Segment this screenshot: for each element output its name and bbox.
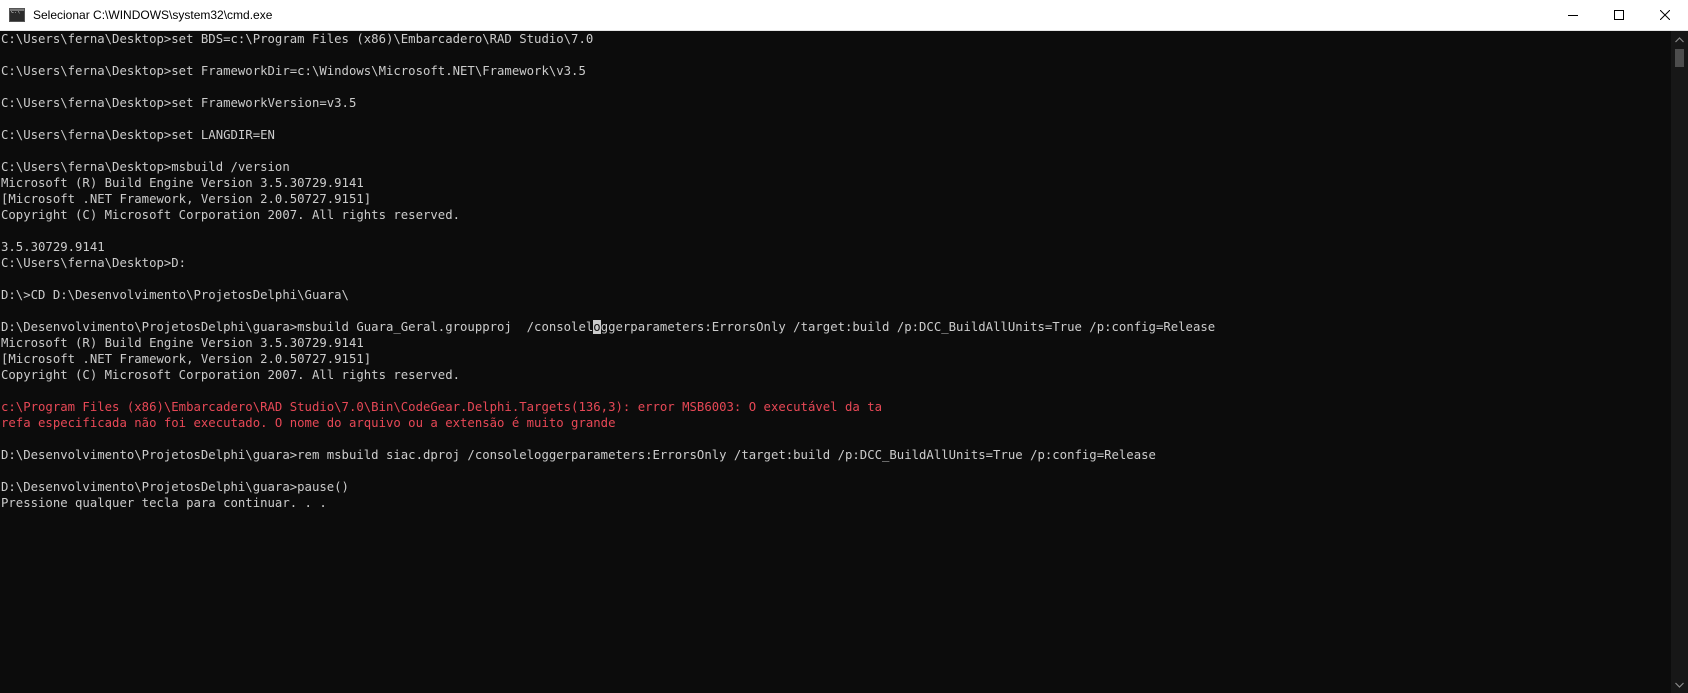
console-line: Copyright (C) Microsoft Corporation 2007…	[1, 208, 461, 222]
console-line: Pressione qualquer tecla para continuar.…	[1, 496, 327, 510]
console-line: D:\Desenvolvimento\ProjetosDelphi\guara>…	[1, 480, 349, 494]
console-line: C:\Users\ferna\Desktop>D:	[1, 256, 187, 270]
scroll-thumb[interactable]	[1675, 49, 1684, 67]
console-line: 3.5.30729.9141	[1, 240, 105, 254]
console-line: Microsoft (R) Build Engine Version 3.5.3…	[1, 176, 364, 190]
minimize-button[interactable]	[1550, 0, 1596, 30]
scroll-up-button[interactable]	[1671, 31, 1688, 48]
console-line: C:\Users\ferna\Desktop>set LANGDIR=EN	[1, 128, 275, 142]
console-error-line: refa especificada não foi executado. O n…	[1, 416, 616, 430]
console-error-line: c:\Program Files (x86)\Embarcadero\RAD S…	[1, 400, 882, 414]
minimize-icon	[1568, 15, 1578, 16]
close-button[interactable]	[1642, 0, 1688, 30]
title-bar[interactable]: Selecionar C:\WINDOWS\system32\cmd.exe	[0, 0, 1688, 31]
close-icon	[1660, 10, 1670, 20]
console-line-segment: ggerparameters:ErrorsOnly /target:build …	[600, 320, 1216, 334]
console-line: D:\Desenvolvimento\ProjetosDelphi\guara>…	[1, 448, 1156, 462]
console-output[interactable]: C:\Users\ferna\Desktop>set BDS=c:\Progra…	[0, 31, 1671, 693]
console-line: Copyright (C) Microsoft Corporation 2007…	[1, 368, 461, 382]
selection-cursor: o	[593, 320, 601, 334]
console-line: C:\Users\ferna\Desktop>set FrameworkDir=…	[1, 64, 586, 78]
cmd-window: Selecionar C:\WINDOWS\system32\cmd.exe	[0, 0, 1688, 693]
maximize-button[interactable]	[1596, 0, 1642, 30]
maximize-icon	[1614, 10, 1624, 20]
console-line: [Microsoft .NET Framework, Version 2.0.5…	[1, 192, 372, 206]
console-text: C:\Users\ferna\Desktop>set BDS=c:\Progra…	[0, 31, 1671, 511]
console-line: C:\Users\ferna\Desktop>set FrameworkVers…	[1, 96, 357, 110]
console-line: Microsoft (R) Build Engine Version 3.5.3…	[1, 336, 364, 350]
console-line: [Microsoft .NET Framework, Version 2.0.5…	[1, 352, 372, 366]
console-line: D:\Desenvolvimento\ProjetosDelphi\guara>…	[1, 319, 1671, 335]
console-line-segment: D:\Desenvolvimento\ProjetosDelphi\guara>…	[1, 320, 594, 334]
scroll-down-arrow-icon	[1675, 682, 1684, 688]
scroll-down-button[interactable]	[1671, 676, 1688, 693]
scroll-track[interactable]	[1671, 48, 1688, 676]
console-line: D:\>CD D:\Desenvolvimento\ProjetosDelphi…	[1, 288, 349, 302]
scroll-up-arrow-icon	[1675, 36, 1684, 42]
vertical-scrollbar[interactable]	[1671, 31, 1688, 693]
caption-buttons	[1550, 0, 1688, 30]
console-line: C:\Users\ferna\Desktop>set BDS=c:\Progra…	[1, 32, 594, 46]
console-line: C:\Users\ferna\Desktop>msbuild /version	[1, 160, 290, 174]
window-title: Selecionar C:\WINDOWS\system32\cmd.exe	[33, 8, 273, 22]
cmd-icon[interactable]	[9, 8, 25, 22]
